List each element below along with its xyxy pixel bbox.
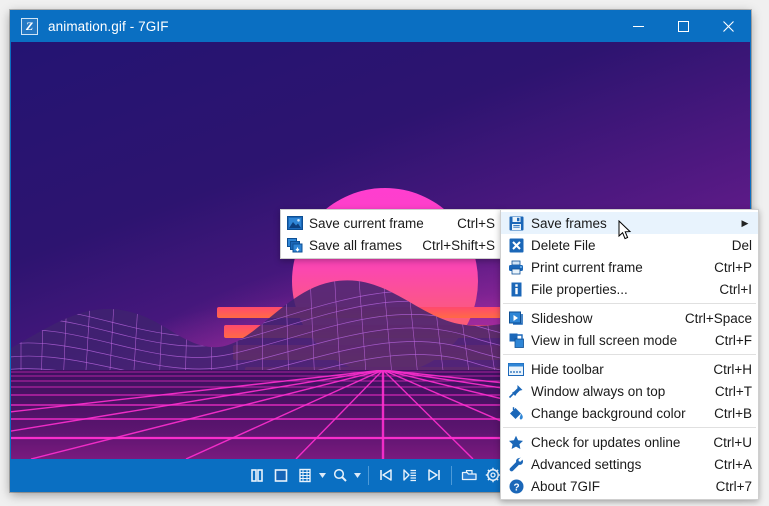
mouse-cursor: [618, 220, 632, 240]
window-controls: [616, 10, 751, 42]
open-folder-icon[interactable]: [457, 463, 481, 487]
menu-item-accel: Ctrl+P: [714, 259, 752, 275]
menu-item-full-screen[interactable]: View in full screen mode Ctrl+F: [501, 329, 758, 351]
menu-item-label: Advanced settings: [531, 456, 642, 472]
menu-item-slideshow[interactable]: Slideshow Ctrl+Space: [501, 307, 758, 329]
pin-icon: [501, 380, 531, 402]
svg-text:?: ?: [513, 482, 519, 493]
menu-item-accel: Ctrl+I: [719, 281, 752, 297]
skip-end-icon[interactable]: [422, 463, 446, 487]
menu-item-accel: Ctrl+Shift+S: [422, 237, 495, 253]
menu-separator: [503, 303, 756, 304]
menu-item-label: Slideshow: [531, 310, 593, 326]
menu-item-label: About 7GIF: [531, 478, 601, 494]
hide-toolbar-icon: [501, 358, 531, 380]
toolbar-group-navigation: [374, 463, 446, 487]
chevron-right-icon: ▶: [741, 217, 749, 228]
help-icon: ?: [501, 475, 531, 497]
menu-item-always-on-top[interactable]: Window always on top Ctrl+T: [501, 380, 758, 402]
magnifier-icon[interactable]: [328, 463, 352, 487]
skip-start-icon[interactable]: [374, 463, 398, 487]
wrench-icon: [501, 453, 531, 475]
menu-item-label: Hide toolbar: [531, 361, 604, 377]
menu-item-accel: Ctrl+T: [714, 383, 752, 399]
stop-icon[interactable]: [269, 463, 293, 487]
info-icon: [501, 278, 531, 300]
menu-item-accel: Ctrl+B: [714, 405, 752, 421]
menu-item-accel: Ctrl+A: [714, 456, 752, 472]
film-strip-icon[interactable]: [293, 463, 317, 487]
menu-item-label: Print current frame: [531, 259, 643, 275]
chevron-down-icon[interactable]: [352, 463, 363, 487]
menu-item-accel: Ctrl+H: [713, 361, 752, 377]
menu-item-accel: Ctrl+Space: [684, 310, 752, 326]
menu-item-save-current-frame[interactable]: Save current frame Ctrl+S: [281, 212, 501, 234]
toolbar-group-playback: [245, 463, 363, 487]
pause-icon[interactable]: [245, 463, 269, 487]
menu-item-file-properties[interactable]: File properties... Ctrl+I: [501, 278, 758, 300]
frame-list-icon[interactable]: [398, 463, 422, 487]
menu-item-accel: Ctrl+U: [713, 434, 752, 450]
paint-bucket-icon: [501, 402, 531, 424]
menu-item-check-for-updates[interactable]: Check for updates online Ctrl+U: [501, 431, 758, 453]
picture-icon: [281, 212, 309, 234]
menu-item-change-background-color[interactable]: Change background color Ctrl+B: [501, 402, 758, 424]
menu-item-label: Window always on top: [531, 383, 666, 399]
toolbar-separator: [451, 465, 452, 485]
menu-item-label: File properties...: [531, 281, 628, 297]
menu-item-hide-toolbar[interactable]: Hide toolbar Ctrl+H: [501, 358, 758, 380]
minimize-icon[interactable]: [616, 10, 661, 42]
menu-item-accel: Ctrl+S: [457, 215, 495, 231]
menu-item-about[interactable]: ? About 7GIF Ctrl+7: [501, 475, 758, 497]
title-bar[interactable]: Z animation.gif - 7GIF: [10, 10, 751, 42]
menu-item-accel: Ctrl+F: [714, 332, 752, 348]
menu-item-accel: Ctrl+7: [715, 478, 752, 494]
menu-item-advanced-settings[interactable]: Advanced settings Ctrl+A: [501, 453, 758, 475]
multi-frames-icon: [281, 234, 309, 256]
app-logo-icon[interactable]: Z: [21, 17, 38, 35]
context-menu[interactable]: Save frames ▶ Delete File Del Print curr…: [500, 209, 759, 500]
menu-separator: [503, 427, 756, 428]
close-icon[interactable]: [706, 10, 751, 42]
menu-item-label: Change background color: [531, 405, 686, 421]
star-icon: [501, 431, 531, 453]
save-floppy-icon: [501, 212, 531, 234]
slideshow-icon: [501, 307, 531, 329]
maximize-icon[interactable]: [661, 10, 706, 42]
menu-item-label: View in full screen mode: [531, 332, 678, 348]
fullscreen-icon: [501, 329, 531, 351]
window-title: animation.gif - 7GIF: [48, 18, 169, 34]
toolbar-separator: [368, 465, 369, 485]
printer-icon: [501, 256, 531, 278]
menu-item-save-all-frames[interactable]: Save all frames Ctrl+Shift+S: [281, 234, 501, 256]
menu-item-label: Save current frame: [309, 215, 424, 231]
menu-item-accel: Del: [731, 237, 752, 253]
menu-item-label: Check for updates online: [531, 434, 681, 450]
delete-x-icon: [501, 234, 531, 256]
menu-separator: [503, 354, 756, 355]
chevron-down-icon[interactable]: [317, 463, 328, 487]
menu-item-print-current-frame[interactable]: Print current frame Ctrl+P: [501, 256, 758, 278]
menu-item-label: Save all frames: [309, 237, 403, 253]
save-frames-submenu[interactable]: Save current frame Ctrl+S Save all frame…: [280, 209, 502, 259]
